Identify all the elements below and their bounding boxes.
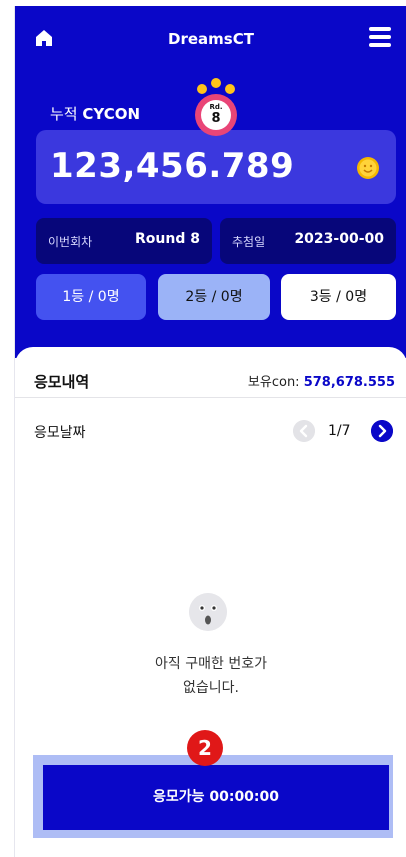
history-title: 응모내역 [34, 373, 90, 391]
step-number-badge: 2 [187, 730, 223, 766]
badge-center: Rd. 8 [201, 100, 231, 130]
empty-message-line1: 아직 구매한 번호가 [155, 656, 267, 672]
app-screen: DreamsCT 누적 CYCON 123,456.789 Rd. 8 이번회차… [14, 6, 406, 857]
chevron-right-icon[interactable] [371, 420, 393, 442]
divider [15, 397, 406, 398]
jackpot-amount-card: 123,456.789 [36, 130, 396, 204]
current-round-value: Round 8 [135, 231, 200, 247]
draw-date-value: 2023-00-00 [294, 231, 384, 247]
page-indicator: 1/7 [328, 423, 351, 439]
jackpot-currency: CYCON [82, 105, 141, 123]
current-round-label: 이번회차 [48, 235, 93, 249]
rank-2-button[interactable]: 2등 / 0명 [158, 274, 270, 320]
jackpot-amount: 123,456.789 [50, 146, 295, 186]
holding-con: 보유con: 578,678.555 [248, 371, 395, 390]
surprised-face-icon [189, 593, 227, 631]
top-bar: DreamsCT [15, 6, 406, 70]
history-panel: 응모내역 보유con: 578,678.555 응모날짜 1/7 아직 구매한 … [15, 347, 406, 857]
badge-dot [197, 84, 207, 94]
jackpot-label-prefix: 누적 [50, 105, 78, 123]
hero-section: DreamsCT 누적 CYCON 123,456.789 Rd. 8 이번회차… [15, 6, 406, 358]
app-title: DreamsCT [168, 30, 254, 48]
jackpot-label: 누적 CYCON [50, 103, 140, 124]
entry-date-label: 응모날짜 [34, 425, 86, 441]
rank-1-button[interactable]: 1등 / 0명 [36, 274, 146, 320]
badge-prefix: Rd. [209, 103, 223, 111]
draw-date-label: 추첨일 [232, 235, 266, 249]
badge-dot [225, 84, 235, 94]
badge-round-number: 8 [211, 111, 221, 126]
chevron-left-icon[interactable] [293, 420, 315, 442]
hamburger-menu-icon[interactable] [369, 27, 391, 47]
apply-button[interactable]: 응모가능 00:00:00 [43, 765, 389, 830]
rank-3-button[interactable]: 3등 / 0명 [281, 274, 396, 320]
coin-smile-icon [357, 157, 379, 179]
current-round-box: 이번회차 Round 8 [36, 218, 212, 264]
holding-label: 보유con: [247, 375, 300, 390]
round-badge: Rd. 8 [190, 78, 244, 140]
badge-dot [211, 78, 221, 88]
draw-date-box: 추첨일 2023-00-00 [220, 218, 396, 264]
empty-message-line2: 없습니다. [183, 680, 239, 696]
holding-value: 578,678.555 [303, 375, 395, 390]
